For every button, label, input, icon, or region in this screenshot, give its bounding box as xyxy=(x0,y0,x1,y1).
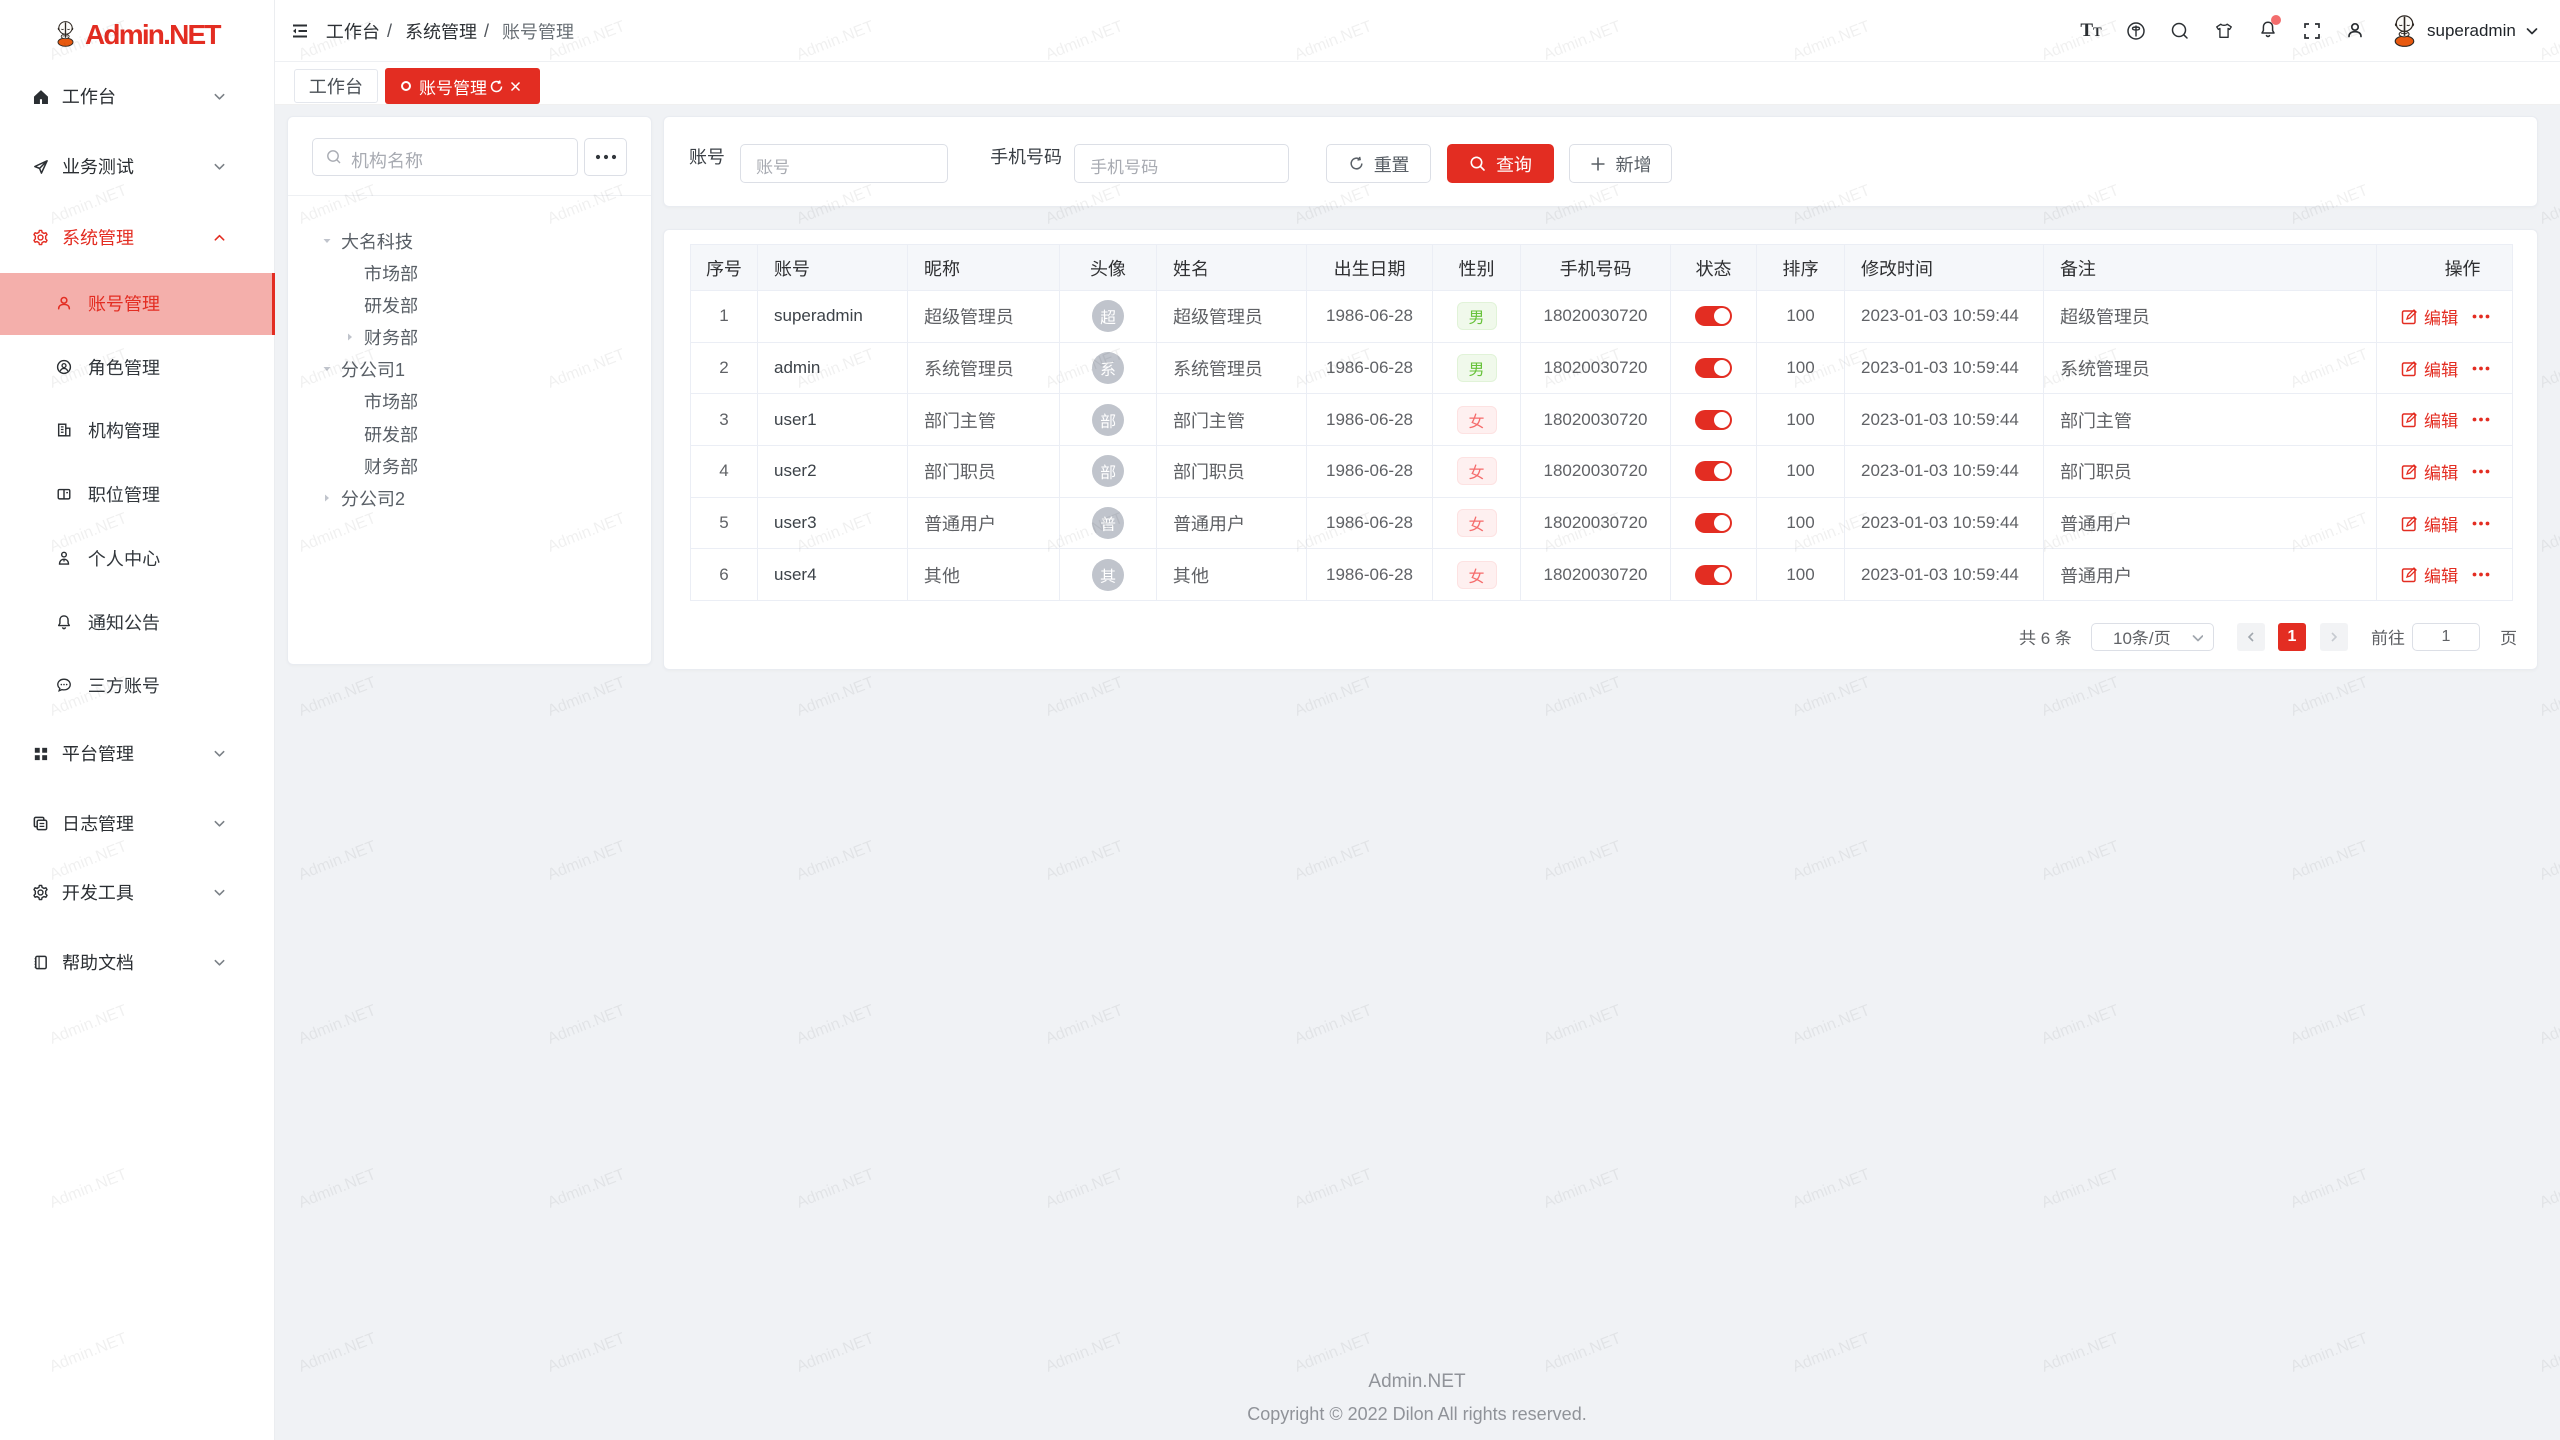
svg-text:Admin.NET: Admin.NET xyxy=(296,1330,379,1376)
svg-text:Admin.NET: Admin.NET xyxy=(2537,674,2560,720)
svg-text:Admin.NET: Admin.NET xyxy=(1292,1166,1375,1212)
svg-text:Admin.NET: Admin.NET xyxy=(545,1330,628,1376)
svg-text:Admin.NET: Admin.NET xyxy=(296,838,379,884)
svg-text:Admin.NET: Admin.NET xyxy=(2537,510,2560,556)
svg-text:Admin.NET: Admin.NET xyxy=(1043,1002,1126,1048)
svg-text:Admin.NET: Admin.NET xyxy=(1541,674,1624,720)
svg-text:Admin.NET: Admin.NET xyxy=(2537,1330,2560,1376)
svg-text:Admin.NET: Admin.NET xyxy=(1043,1330,1126,1376)
svg-text:Admin.NET: Admin.NET xyxy=(2537,1002,2560,1048)
svg-text:Admin.NET: Admin.NET xyxy=(1790,1002,1873,1048)
svg-text:Admin.NET: Admin.NET xyxy=(1790,838,1873,884)
svg-text:Admin.NET: Admin.NET xyxy=(2288,674,2371,720)
svg-text:Admin.NET: Admin.NET xyxy=(2039,1330,2122,1376)
svg-text:Admin.NET: Admin.NET xyxy=(2039,674,2122,720)
svg-text:Admin.NET: Admin.NET xyxy=(794,1166,877,1212)
svg-text:Admin.NET: Admin.NET xyxy=(1043,1166,1126,1212)
svg-text:Admin.NET: Admin.NET xyxy=(1790,1166,1873,1212)
svg-text:Admin.NET: Admin.NET xyxy=(1541,1330,1624,1376)
svg-text:Admin.NET: Admin.NET xyxy=(545,674,628,720)
svg-text:Admin.NET: Admin.NET xyxy=(296,1002,379,1048)
svg-text:Admin.NET: Admin.NET xyxy=(1541,838,1624,884)
svg-text:Admin.NET: Admin.NET xyxy=(1292,838,1375,884)
svg-text:Admin.NET: Admin.NET xyxy=(794,1002,877,1048)
svg-text:Admin.NET: Admin.NET xyxy=(1043,838,1126,884)
svg-text:Admin.NET: Admin.NET xyxy=(1790,674,1873,720)
svg-text:Admin.NET: Admin.NET xyxy=(2537,838,2560,884)
svg-text:Admin.NET: Admin.NET xyxy=(2288,1330,2371,1376)
svg-text:Admin.NET: Admin.NET xyxy=(794,674,877,720)
svg-text:Admin.NET: Admin.NET xyxy=(1541,1002,1624,1048)
svg-text:Admin.NET: Admin.NET xyxy=(2537,1166,2560,1212)
svg-text:Admin.NET: Admin.NET xyxy=(2039,1002,2122,1048)
svg-text:Admin.NET: Admin.NET xyxy=(2288,1002,2371,1048)
svg-text:Admin.NET: Admin.NET xyxy=(2288,838,2371,884)
svg-text:Admin.NET: Admin.NET xyxy=(1790,1330,1873,1376)
svg-text:Admin.NET: Admin.NET xyxy=(2039,1166,2122,1212)
svg-text:Admin.NET: Admin.NET xyxy=(2288,1166,2371,1212)
svg-text:Admin.NET: Admin.NET xyxy=(1541,1166,1624,1212)
svg-text:Admin.NET: Admin.NET xyxy=(545,1002,628,1048)
svg-text:Admin.NET: Admin.NET xyxy=(296,1166,379,1212)
svg-text:Admin.NET: Admin.NET xyxy=(2537,182,2560,228)
svg-text:Admin.NET: Admin.NET xyxy=(2039,838,2122,884)
svg-text:Admin.NET: Admin.NET xyxy=(1292,1330,1375,1376)
svg-text:Admin.NET: Admin.NET xyxy=(2537,346,2560,392)
svg-text:Admin.NET: Admin.NET xyxy=(794,838,877,884)
svg-text:Admin.NET: Admin.NET xyxy=(545,838,628,884)
svg-text:Admin.NET: Admin.NET xyxy=(296,674,379,720)
svg-text:Admin.NET: Admin.NET xyxy=(1043,674,1126,720)
svg-text:Admin.NET: Admin.NET xyxy=(794,1330,877,1376)
svg-text:Admin.NET: Admin.NET xyxy=(545,1166,628,1212)
svg-text:Admin.NET: Admin.NET xyxy=(1292,1002,1375,1048)
svg-text:Admin.NET: Admin.NET xyxy=(1292,674,1375,720)
